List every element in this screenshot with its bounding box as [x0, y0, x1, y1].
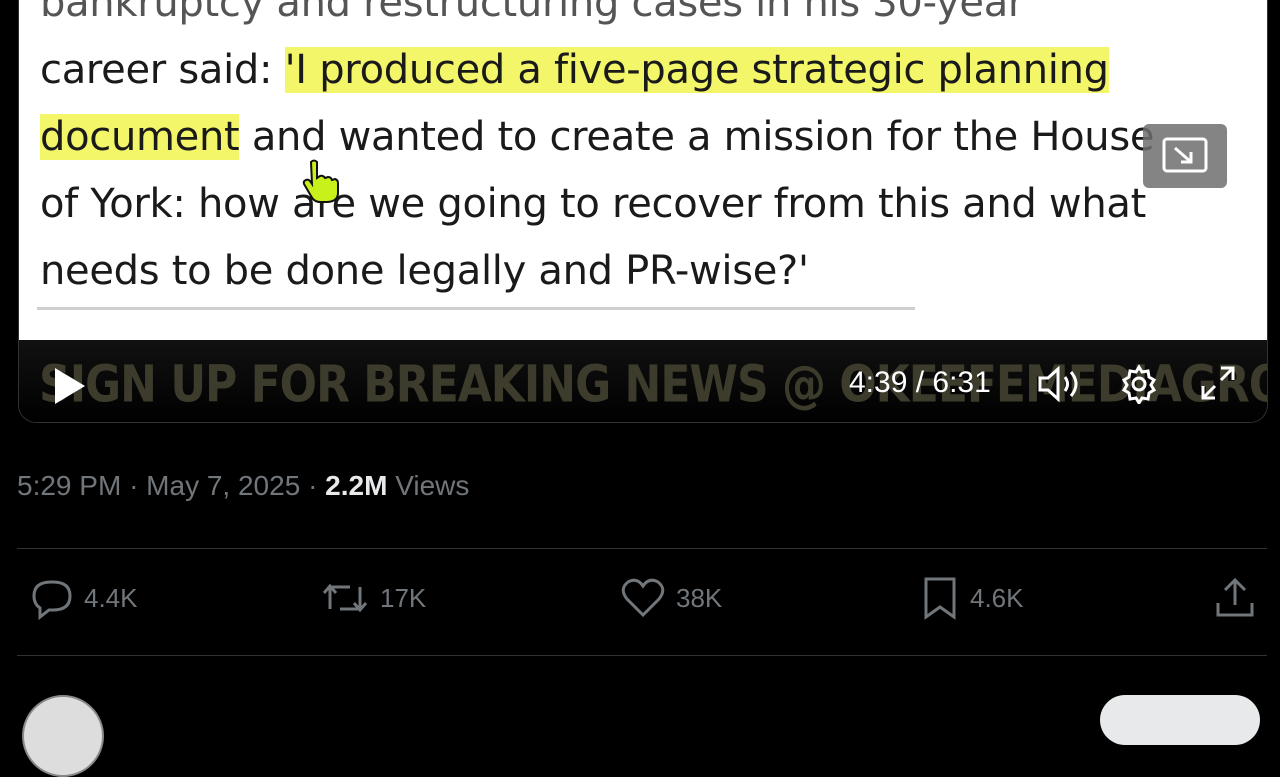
highlighted-text: 'I produced a five-page strategic planni…: [284, 47, 1109, 93]
reply-count: 4.4K: [84, 582, 138, 613]
views-count: 2.2M: [325, 470, 388, 501]
settings-gear-icon[interactable]: [1119, 364, 1159, 409]
highlighted-text: document: [40, 114, 240, 160]
repost-icon: [322, 583, 368, 613]
repost-count: 17K: [380, 582, 427, 613]
follow-button[interactable]: [1100, 695, 1260, 745]
heart-icon: [621, 578, 665, 618]
like-button[interactable]: 38K: [620, 575, 722, 621]
repost-button[interactable]: 17K: [320, 575, 426, 621]
separator: ·: [129, 470, 147, 501]
separator: ·: [308, 470, 326, 501]
document-line: needs to be done legally and PR-wise?': [40, 248, 809, 294]
post-time[interactable]: 5:29 PM: [17, 470, 121, 501]
divider: [17, 655, 1267, 656]
hand-cursor-icon: [299, 158, 339, 209]
picture-in-picture-icon[interactable]: [1143, 124, 1227, 188]
document-line: career said: 'I produced a five-page str…: [40, 47, 1109, 93]
reply-icon: [32, 580, 72, 621]
document-line: bankruptcy and restructuring cases in hi…: [40, 0, 1025, 26]
bookmark-count: 4.6K: [970, 582, 1024, 613]
share-button[interactable]: [1212, 575, 1258, 621]
bookmark-button[interactable]: 4.6K: [920, 575, 1024, 621]
play-button[interactable]: [51, 366, 87, 411]
post-metadata: 5:29 PM · May 7, 2025 · 2.2M Views: [17, 470, 469, 502]
avatar[interactable]: [22, 695, 104, 777]
bookmark-icon: [924, 577, 956, 620]
video-controls: SIGN UP FOR BREAKING NEWS @ OKEEFEMEDIAG…: [19, 340, 1267, 422]
video-frame-document: bankruptcy and restructuring cases in hi…: [19, 0, 1267, 340]
document-text: bankruptcy and restructuring cases in hi…: [40, 0, 1260, 305]
watermark-banner: SIGN UP FOR BREAKING NEWS @ OKEEFEMEDIAG…: [39, 355, 1267, 415]
divider: [17, 548, 1267, 549]
fullscreen-icon[interactable]: [1199, 364, 1237, 407]
post-actions: 4.4K 17K 38K 4.6K: [0, 575, 1280, 631]
reply-button[interactable]: 4.4K: [28, 575, 138, 621]
document-line: document and wanted to create a mission …: [40, 114, 1155, 160]
share-icon: [1216, 577, 1254, 617]
post-date[interactable]: May 7, 2025: [146, 470, 300, 501]
video-time: 4:39 / 6:31: [849, 366, 991, 399]
like-count: 38K: [676, 582, 723, 613]
volume-icon[interactable]: [1037, 364, 1083, 409]
views-label: Views: [395, 470, 470, 501]
document-line: of York: how are we going to recover fro…: [40, 181, 1146, 227]
video-player[interactable]: bankruptcy and restructuring cases in hi…: [18, 0, 1268, 423]
video-progress-track[interactable]: [37, 307, 915, 310]
